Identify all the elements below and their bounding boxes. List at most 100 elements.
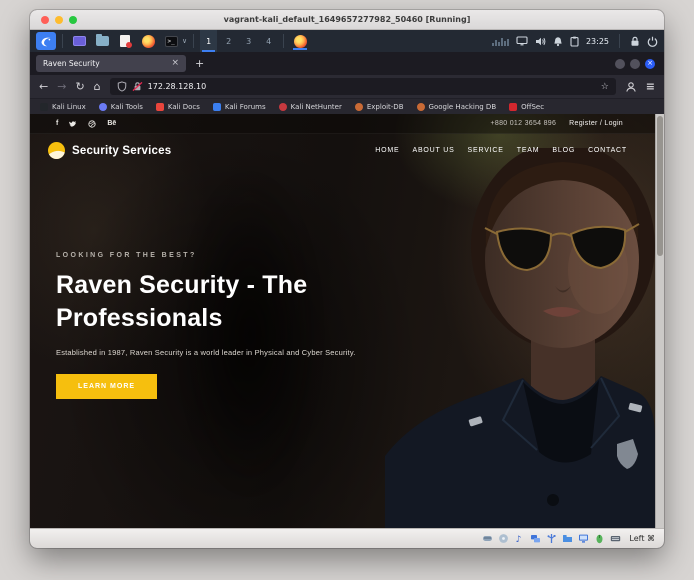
site-logo[interactable]: Security Services bbox=[48, 142, 171, 159]
kali-panel: >_ ∨ 1 2 3 4 23:25 bbox=[30, 30, 664, 52]
clock[interactable]: 23:25 bbox=[586, 37, 609, 46]
vm-window: vagrant-kali_default_1649657277982_50460… bbox=[30, 10, 664, 548]
clipboard-icon[interactable] bbox=[570, 36, 579, 47]
browser-tab-bar: Raven Security × + × bbox=[30, 52, 664, 75]
mac-minimize-button[interactable] bbox=[55, 16, 63, 24]
nav-item-home[interactable]: HOME bbox=[375, 147, 399, 154]
page-viewport: f Bē +880 012 3654 896 Register / Login bbox=[30, 114, 664, 528]
wm-minimize-button[interactable] bbox=[615, 59, 625, 69]
browser-scrollbar[interactable] bbox=[655, 114, 664, 528]
show-desktop-button[interactable] bbox=[69, 32, 89, 50]
kali-menu-button[interactable] bbox=[36, 32, 56, 50]
insecure-lock-icon[interactable] bbox=[132, 81, 143, 92]
vbox-usb-icon[interactable] bbox=[545, 533, 557, 545]
main-navigation: HOME ABOUT US SERVICE TEAM BLOG CONTACT bbox=[375, 147, 627, 154]
nav-item-blog[interactable]: BLOG bbox=[552, 147, 575, 154]
wm-maximize-button[interactable] bbox=[630, 59, 640, 69]
vbox-display-icon[interactable] bbox=[577, 533, 589, 545]
vbox-network-icon[interactable] bbox=[529, 533, 541, 545]
bookmark-label: Exploit-DB bbox=[367, 103, 404, 111]
vbox-audio-icon[interactable]: ♪ bbox=[513, 533, 525, 545]
host-key-indicator: Left ⌘ bbox=[629, 534, 655, 543]
bookmark-label: OffSec bbox=[521, 103, 544, 111]
site-header: Security Services HOME ABOUT US SERVICE … bbox=[30, 134, 655, 167]
behance-icon[interactable]: Bē bbox=[107, 120, 116, 127]
bookmark-exploit-db[interactable]: Exploit-DB bbox=[355, 103, 404, 111]
back-button[interactable]: ← bbox=[39, 81, 48, 92]
mac-titlebar: vagrant-kali_default_1649657277982_50460… bbox=[30, 10, 664, 30]
panel-separator bbox=[283, 34, 284, 48]
workspace-label: 3 bbox=[246, 37, 251, 46]
phone-number: +880 012 3654 896 bbox=[491, 120, 557, 127]
notification-bell-icon[interactable] bbox=[553, 36, 563, 47]
workspace-label: 2 bbox=[226, 37, 231, 46]
workspace-1[interactable]: 1 bbox=[200, 30, 217, 52]
bookmark-kali-tools[interactable]: Kali Tools bbox=[99, 103, 143, 111]
lock-screen-icon[interactable] bbox=[630, 36, 640, 47]
vbox-status-bar: ♪ Left ⌘ bbox=[30, 528, 664, 548]
vbox-hdd-icon[interactable] bbox=[481, 533, 493, 545]
url-bar[interactable]: 172.28.128.10 ☆ bbox=[110, 78, 616, 95]
vbox-keyboard-icon[interactable] bbox=[609, 533, 621, 545]
facebook-icon[interactable]: f bbox=[56, 120, 58, 127]
dribbble-icon[interactable] bbox=[88, 120, 96, 128]
tab-close-icon[interactable]: × bbox=[171, 59, 179, 68]
menu-hamburger-icon[interactable]: ≡ bbox=[646, 80, 655, 93]
terminal-icon: >_ bbox=[165, 36, 178, 47]
display-icon[interactable] bbox=[516, 36, 528, 46]
nav-item-service[interactable]: SERVICE bbox=[468, 147, 504, 154]
workspace-3[interactable]: 3 bbox=[240, 30, 257, 52]
bookmark-offsec[interactable]: OffSec bbox=[509, 103, 544, 111]
panel-separator bbox=[62, 34, 63, 48]
wm-close-button[interactable]: × bbox=[645, 59, 655, 69]
terminal-launcher-button[interactable]: >_ bbox=[161, 32, 181, 50]
bookmark-star-icon[interactable]: ☆ bbox=[601, 82, 609, 92]
bookmark-favicon bbox=[509, 103, 517, 111]
scrollbar-thumb[interactable] bbox=[657, 116, 663, 256]
bookmark-kali-forums[interactable]: Kali Forums bbox=[213, 103, 266, 111]
running-app-indicator bbox=[293, 48, 307, 50]
bookmark-kali-linux[interactable]: Kali Linux bbox=[40, 103, 86, 111]
vbox-mouse-integration-icon[interactable] bbox=[593, 533, 605, 545]
tracking-shield-icon[interactable] bbox=[117, 81, 127, 92]
url-text[interactable]: 172.28.128.10 bbox=[148, 82, 596, 91]
forward-button[interactable]: → bbox=[57, 81, 66, 92]
bookmark-kali-nethunter[interactable]: Kali NetHunter bbox=[279, 103, 342, 111]
register-login-link[interactable]: Register / Login bbox=[569, 120, 623, 127]
workspace-label: 4 bbox=[266, 37, 271, 46]
account-icon[interactable] bbox=[625, 81, 637, 93]
bookmark-kali-docs[interactable]: Kali Docs bbox=[156, 103, 200, 111]
home-button[interactable]: ⌂ bbox=[94, 81, 101, 92]
taskbar-firefox-window[interactable] bbox=[290, 32, 310, 50]
bookmark-favicon bbox=[355, 103, 363, 111]
new-tab-button[interactable]: + bbox=[195, 58, 204, 69]
power-icon[interactable] bbox=[647, 36, 658, 47]
learn-more-button[interactable]: LEARN MORE bbox=[56, 374, 157, 399]
panel-separator bbox=[619, 34, 620, 48]
bookmark-label: Kali Forums bbox=[225, 103, 266, 111]
logo-icon bbox=[48, 142, 65, 159]
bookmark-google-hacking-db[interactable]: Google Hacking DB bbox=[417, 103, 497, 111]
workspace-2[interactable]: 2 bbox=[220, 30, 237, 52]
vbox-shared-folders-icon[interactable] bbox=[561, 533, 573, 545]
folder-icon bbox=[96, 36, 109, 46]
vbox-cd-icon[interactable] bbox=[497, 533, 509, 545]
mac-zoom-button[interactable] bbox=[69, 16, 77, 24]
firefox-icon bbox=[294, 35, 307, 48]
firefox-launcher-button[interactable] bbox=[138, 32, 158, 50]
nav-item-contact[interactable]: CONTACT bbox=[588, 147, 627, 154]
twitter-icon[interactable] bbox=[69, 120, 77, 128]
document-icon bbox=[120, 35, 130, 47]
text-editor-button[interactable] bbox=[115, 32, 135, 50]
panel-separator bbox=[193, 34, 194, 48]
file-manager-button[interactable] bbox=[92, 32, 112, 50]
nav-item-about-us[interactable]: ABOUT US bbox=[412, 147, 454, 154]
volume-icon[interactable] bbox=[535, 36, 546, 47]
workspace-4[interactable]: 4 bbox=[260, 30, 277, 52]
reload-button[interactable]: ↻ bbox=[75, 81, 84, 92]
chevron-down-icon[interactable]: ∨ bbox=[182, 37, 187, 45]
mac-close-button[interactable] bbox=[41, 16, 49, 24]
nav-item-team[interactable]: TEAM bbox=[517, 147, 540, 154]
bookmark-label: Kali Docs bbox=[168, 103, 200, 111]
tab-raven-security[interactable]: Raven Security × bbox=[36, 55, 186, 72]
